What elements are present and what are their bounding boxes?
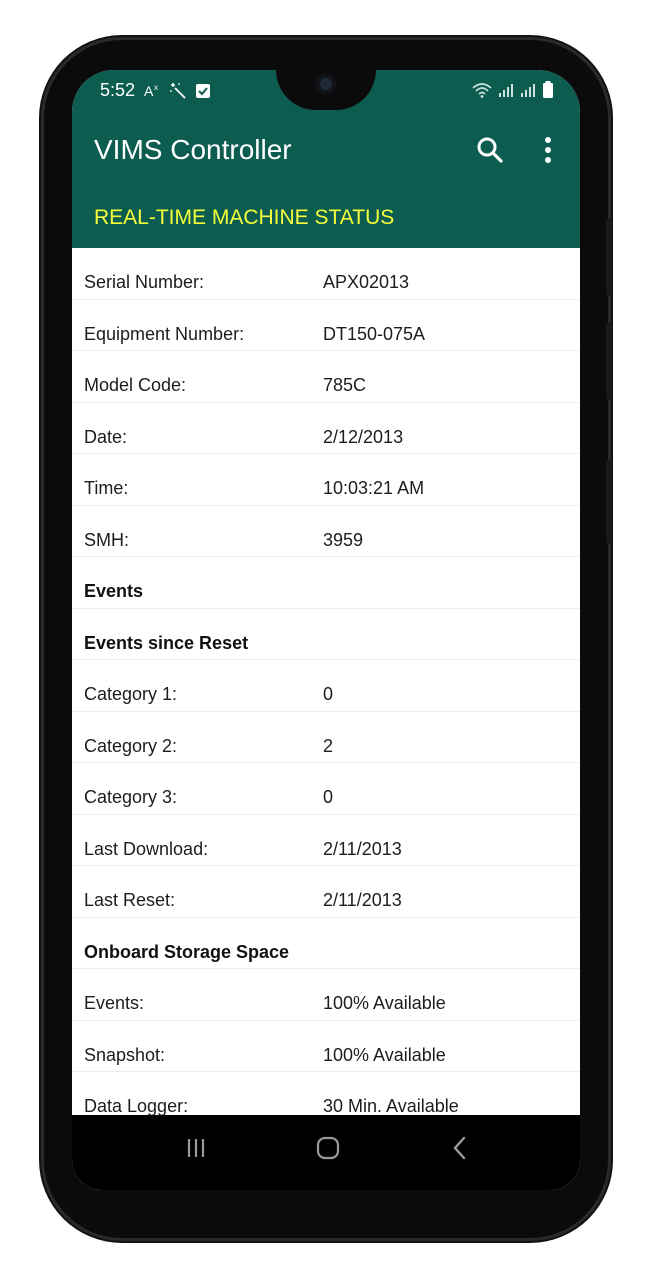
recents-icon xyxy=(187,1139,205,1157)
navigation-bar xyxy=(72,1115,580,1190)
date-row: Date: 2/12/2013 xyxy=(72,403,580,454)
model-code-row: Model Code: 785C xyxy=(72,351,580,403)
row-label: Equipment Number: xyxy=(84,323,245,344)
home-button[interactable] xyxy=(308,1133,348,1163)
checkbox-icon xyxy=(195,83,211,99)
row-value: 2/12/2013 xyxy=(323,426,404,447)
overflow-menu-button[interactable] xyxy=(530,132,566,168)
status-time: 5:52 xyxy=(100,80,136,100)
wifi-icon xyxy=(472,82,492,98)
row-value: 0 xyxy=(323,787,334,807)
row-value: 3959 xyxy=(323,529,364,550)
row-value: 2 xyxy=(323,735,334,756)
row-value: 100% Available xyxy=(323,1044,446,1065)
row-label: Last Download: xyxy=(84,838,209,859)
serial-number-row: Serial Number: APX02013 xyxy=(72,248,580,300)
translate-icon: A x xyxy=(143,83,161,99)
recents-button[interactable] xyxy=(176,1133,216,1163)
more-vert-icon xyxy=(545,137,551,163)
back-button[interactable] xyxy=(440,1133,480,1163)
search-icon xyxy=(477,137,503,163)
row-label: Date: xyxy=(84,426,128,447)
signal-icon xyxy=(520,82,536,98)
row-value: 100% Available xyxy=(323,993,446,1013)
row-value: 785C xyxy=(323,375,367,395)
app-bar: VIMS Controller xyxy=(72,110,580,190)
row-value: APX02013 xyxy=(323,272,410,292)
equipment-number-row: Equipment Number: DT150-075A xyxy=(72,300,580,351)
status-right xyxy=(472,81,554,99)
row-label: Serial Number: xyxy=(84,272,205,292)
category-1-row: Category 1: 0 xyxy=(72,660,580,712)
row-label: Data Logger: xyxy=(84,1096,189,1116)
time-row: Time: 10:03:21 AM xyxy=(72,454,580,506)
battery-icon xyxy=(542,81,554,99)
events-since-reset-heading: Events since Reset xyxy=(72,609,580,660)
row-heading: Events since Reset xyxy=(84,632,249,653)
row-value: 0 xyxy=(323,684,334,704)
screen: 5:52 A x VIMS Controller REAL-TIME MACHI… xyxy=(72,70,580,1190)
row-label: Category 3: xyxy=(84,787,178,807)
row-label: Time: xyxy=(84,478,129,498)
phone-side-button xyxy=(606,460,612,544)
onboard-storage-heading: Onboard Storage Space xyxy=(72,918,580,969)
home-icon xyxy=(316,1136,340,1160)
svg-text:A: A xyxy=(144,83,154,99)
row-label: Last Reset: xyxy=(84,890,176,910)
status-list: Serial Number: APX02013 Equipment Number… xyxy=(72,248,580,1124)
phone-side-button xyxy=(606,322,612,400)
row-label: Category 1: xyxy=(84,684,178,704)
magic-wand-icon xyxy=(169,82,187,100)
phone-side-button xyxy=(606,218,612,296)
category-2-row: Category 2: 2 xyxy=(72,712,580,763)
row-label: Events: xyxy=(84,993,145,1013)
search-button[interactable] xyxy=(472,132,508,168)
section-title: REAL-TIME MACHINE STATUS xyxy=(94,206,395,229)
row-heading: Events xyxy=(84,581,144,601)
row-heading: Onboard Storage Space xyxy=(84,941,290,962)
row-value: 30 Min. Available xyxy=(323,1096,459,1116)
status-left: 5:52 A x xyxy=(100,80,211,101)
row-label: Model Code: xyxy=(84,375,187,395)
smh-row: SMH: 3959 xyxy=(72,506,580,557)
row-value: 2/11/2013 xyxy=(323,838,402,859)
svg-text:x: x xyxy=(154,83,158,92)
signal-icon xyxy=(498,82,514,98)
row-label: Snapshot: xyxy=(84,1044,166,1065)
app-title: VIMS Controller xyxy=(94,134,292,165)
events-storage-row: Events: 100% Available xyxy=(72,969,580,1021)
front-camera xyxy=(316,74,336,94)
events-heading: Events xyxy=(72,557,580,609)
row-label: Category 2: xyxy=(84,735,178,756)
row-value: 2/11/2013 xyxy=(323,890,402,910)
last-download-row: Last Download: 2/11/2013 xyxy=(72,815,580,866)
category-3-row: Category 3: 0 xyxy=(72,763,580,815)
last-reset-row: Last Reset: 2/11/2013 xyxy=(72,866,580,918)
row-value: DT150-075A xyxy=(323,323,426,344)
row-value: 10:03:21 AM xyxy=(323,478,425,498)
snapshot-storage-row: Snapshot: 100% Available xyxy=(72,1021,580,1072)
section-header: REAL-TIME MACHINE STATUS xyxy=(72,190,580,248)
row-label: SMH: xyxy=(84,529,129,550)
back-icon xyxy=(453,1136,466,1160)
